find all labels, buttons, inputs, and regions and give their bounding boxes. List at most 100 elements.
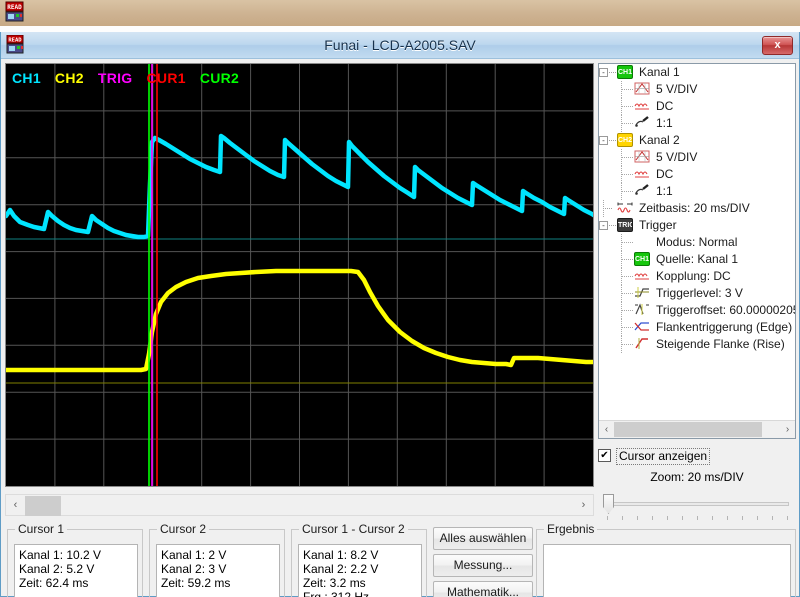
zoom-slider-tick	[712, 516, 713, 520]
tree-node-steigende-flanke-rise[interactable]: Steigende Flanke (Rise)	[599, 336, 795, 353]
read-device-icon: READ	[6, 35, 26, 55]
zoom-level-label: Zoom: 20 ms/DIV	[598, 470, 796, 484]
svg-text:READ: READ	[8, 38, 22, 44]
tree-node-label: DC	[656, 98, 673, 115]
tree-node-kanal-2[interactable]: -CH2Kanal 2	[599, 132, 795, 149]
tree-node-label: 5 V/DIV	[656, 81, 697, 98]
cursor-visible-label[interactable]: Cursor anzeigen	[616, 448, 710, 465]
norm-mode-icon: NORM	[634, 235, 650, 249]
tree-node-zeitbasis-20-ms-div[interactable]: Zeitbasis: 20 ms/DIV	[599, 200, 795, 217]
tree-node-5-v-div[interactable]: 5 V/DIV	[599, 81, 795, 98]
tree-expander-icon[interactable]: -	[599, 136, 608, 145]
zoom-slider[interactable]	[601, 492, 793, 522]
tree-node-quelle-kanal-1[interactable]: CH1Quelle: Kanal 1	[599, 251, 795, 268]
scope-horizontal-scrollbar[interactable]: ‹ ›	[5, 494, 594, 516]
tree-scroll-left-arrow-icon[interactable]: ‹	[599, 421, 614, 438]
zoom-slider-tick	[652, 516, 653, 520]
tree-node-dc[interactable]: DC	[599, 98, 795, 115]
measurement-button[interactable]: Messung...	[433, 554, 533, 577]
measurement-line: Kanal 2: 5.2 V	[19, 562, 133, 576]
tree-node-label: Zeitbasis: 20 ms/DIV	[639, 200, 750, 217]
zoom-slider-tick	[772, 516, 773, 520]
tree-node-trigger[interactable]: -TRIGTrigger	[599, 217, 795, 234]
volts-div-icon	[634, 82, 650, 96]
tree-node-dc[interactable]: DC	[599, 166, 795, 183]
cursor-visible-checkbox[interactable]: ✔	[598, 449, 611, 462]
tree-scrollbar-thumb[interactable]	[614, 422, 762, 437]
oscilloscope-display[interactable]: CH1CH2TRIGCUR1CUR2	[5, 63, 594, 487]
zoom-slider-tick	[667, 516, 668, 520]
volts-div-icon	[634, 150, 650, 164]
tree-connector-line	[621, 268, 633, 285]
cursor-difference-groupbox: Cursor 1 - Cursor 2 Kanal 1: 8.2 VKanal …	[291, 529, 427, 597]
tree-connector-line	[621, 81, 633, 98]
read-device-icon: READ	[4, 1, 26, 23]
tree-node-1-1[interactable]: 1:1	[599, 115, 795, 132]
tree-scroll-area: -CH1Kanal 15 V/DIVDC1:1-CH2Kanal 25 V/DI…	[599, 64, 795, 420]
child-window-title: Funai - LCD-A2005.SAV	[1, 32, 799, 59]
tree-node-label: DC	[656, 166, 673, 183]
tree-node-triggerlevel-3-v[interactable]: Triggerlevel: 3 V	[599, 285, 795, 302]
tree-connector-line	[621, 183, 633, 200]
scroll-left-arrow-icon[interactable]: ‹	[7, 495, 24, 515]
tree-connector-line	[603, 200, 604, 217]
tree-node-1-1[interactable]: 1:1	[599, 183, 795, 200]
measurement-line: Kanal 1: 8.2 V	[303, 548, 417, 562]
tree-connector-line	[621, 166, 633, 183]
ergebnis-output[interactable]	[543, 544, 791, 597]
zoom-slider-thumb[interactable]	[603, 494, 614, 514]
tree-node-modus-normal[interactable]: NORM Modus: Normal	[599, 234, 795, 251]
measurement-line: Kanal 2: 2.2 V	[303, 562, 417, 576]
tree-scroll-right-arrow-icon[interactable]: ›	[780, 421, 795, 438]
measurement-line: Zeit: 62.4 ms	[19, 576, 133, 590]
tree-node-kopplung-dc[interactable]: Kopplung: DC	[599, 268, 795, 285]
tree-node-label: Steigende Flanke (Rise)	[656, 336, 785, 353]
tree-connector-line	[621, 149, 633, 166]
zoom-slider-tick	[682, 516, 683, 520]
tree-connector-line	[621, 115, 633, 132]
tree-connector-line	[609, 140, 616, 141]
edge-trigger-icon	[634, 320, 650, 334]
trigger-level-icon	[634, 286, 650, 300]
tree-node-label: Quelle: Kanal 1	[656, 251, 738, 268]
tree-connector-line	[621, 285, 633, 302]
scope-child-window: READ Funai - LCD-A2005.SAV x CH1CH2TRIGC…	[0, 32, 800, 597]
zoom-slider-tick	[727, 516, 728, 520]
cursor2-groupbox: Cursor 2 Kanal 1: 2 VKanal 2: 3 VZeit: 5…	[149, 529, 285, 597]
cursor1-values: Kanal 1: 10.2 VKanal 2: 5.2 VZeit: 62.4 …	[14, 544, 138, 597]
tree-connector-line	[609, 72, 616, 73]
tree-expander-icon[interactable]: -	[599, 221, 608, 230]
measurement-line: Frq.: 312 Hz	[303, 590, 417, 597]
child-window-titlebar[interactable]: READ Funai - LCD-A2005.SAV x	[1, 32, 799, 59]
mathematics-button[interactable]: Mathematik...	[433, 581, 533, 597]
dc-coupling-icon	[634, 167, 650, 181]
zoom-slider-tick	[622, 516, 623, 520]
tree-connector-line	[621, 234, 633, 251]
measurement-line: Kanal 1: 10.2 V	[19, 548, 133, 562]
zoom-slider-track[interactable]	[607, 502, 789, 506]
tree-expander-icon[interactable]: -	[599, 68, 608, 77]
zoom-slider-tick	[757, 516, 758, 520]
zoom-slider-tick	[742, 516, 743, 520]
tree-horizontal-scrollbar[interactable]: ‹ ›	[599, 420, 795, 438]
measurement-line: Zeit: 3.2 ms	[303, 576, 417, 590]
tree-node-label: Modus: Normal	[656, 234, 737, 251]
tree-connector-line	[621, 302, 633, 319]
scroll-right-arrow-icon[interactable]: ›	[575, 495, 592, 515]
select-all-button[interactable]: Alles auswählen	[433, 527, 533, 550]
scrollbar-thumb[interactable]	[25, 496, 61, 516]
tree-node-5-v-div[interactable]: 5 V/DIV	[599, 149, 795, 166]
tree-node-label: Trigger	[639, 217, 677, 234]
settings-tree-panel[interactable]: -CH1Kanal 15 V/DIVDC1:1-CH2Kanal 25 V/DI…	[598, 63, 796, 439]
ch2-icon: CH2	[617, 133, 633, 147]
tree-connector-line	[621, 251, 633, 268]
tree-node-label: Triggeroffset: 60.00000205 m	[656, 302, 795, 319]
tree-node-triggeroffset-60-00000205-m[interactable]: Triggeroffset: 60.00000205 m	[599, 302, 795, 319]
tree-node-kanal-1[interactable]: -CH1Kanal 1	[599, 64, 795, 81]
close-button[interactable]: x	[762, 36, 793, 55]
cursor1-groupbox: Cursor 1 Kanal 1: 10.2 VKanal 2: 5.2 VZe…	[7, 529, 143, 597]
tree-node-flankentriggerung-edge[interactable]: Flankentriggerung (Edge)	[599, 319, 795, 336]
zoom-slider-tick	[607, 516, 608, 520]
measurement-line: Kanal 1: 2 V	[161, 548, 275, 562]
rising-edge-icon	[634, 337, 650, 351]
